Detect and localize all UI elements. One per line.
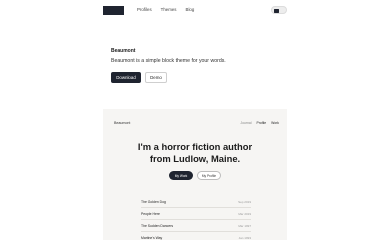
theme-description: Beaumont is a simple block theme for you… <box>111 58 226 64</box>
preview-site-title: Beaumont <box>114 121 131 125</box>
list-item-title: People Here <box>141 211 160 216</box>
preview-nav-profile: Profile <box>256 121 267 125</box>
nav-link-profiles[interactable]: Profiles <box>137 7 152 13</box>
nav-link-themes[interactable]: Themes <box>161 7 177 13</box>
preview-nav: Journal Profile Work <box>240 121 279 125</box>
list-item: Martine's Way Jan 1993 <box>141 231 251 240</box>
list-item-date: Jan 1993 <box>238 235 251 240</box>
preview-my-work-button: My Work <box>169 171 193 180</box>
site-logo[interactable] <box>103 6 124 15</box>
hero-actions: Download Demo <box>111 72 167 83</box>
preview-work-list: The Golden Dog Sep 2019 People Here Mar … <box>141 196 251 240</box>
list-item: The Golden Dog Sep 2019 <box>141 196 251 207</box>
list-item: People Here Mar 2019 <box>141 207 251 219</box>
list-item-title: The Sudden Dancers <box>141 223 174 228</box>
list-item-date: Sep 2019 <box>238 199 251 204</box>
preview-headline: I'm a horror fiction author from Ludlow,… <box>103 141 287 165</box>
toggle-knob-icon <box>274 8 279 13</box>
list-item: The Sudden Dancers Mar 1997 <box>141 219 251 231</box>
preview-nav-work: Work <box>271 121 279 125</box>
demo-button[interactable]: Demo <box>145 72 167 83</box>
preview-my-profile-button: My Profile <box>197 171 221 180</box>
theme-preview: Beaumont Journal Profile Work I'm a horr… <box>103 109 287 240</box>
preview-headline-line1: I'm a horror fiction author <box>137 141 253 152</box>
preview-headline-line2: from Ludlow, Maine. <box>149 153 241 164</box>
list-item-title: Martine's Way <box>141 235 163 240</box>
list-item-title: The Golden Dog <box>141 199 166 204</box>
nav-links: Profiles Themes Blog <box>137 7 194 13</box>
list-item-date: Mar 2019 <box>238 211 251 216</box>
top-navigation: Profiles Themes Blog <box>0 0 390 22</box>
nav-link-blog[interactable]: Blog <box>186 7 195 13</box>
theme-toggle[interactable] <box>271 6 287 14</box>
preview-nav-journal: Journal <box>240 121 252 125</box>
preview-buttons: My Work My Profile <box>169 171 221 180</box>
list-item-date: Mar 1997 <box>238 223 251 228</box>
download-button[interactable]: Download <box>111 72 141 83</box>
theme-title: Beaumont <box>111 48 136 54</box>
